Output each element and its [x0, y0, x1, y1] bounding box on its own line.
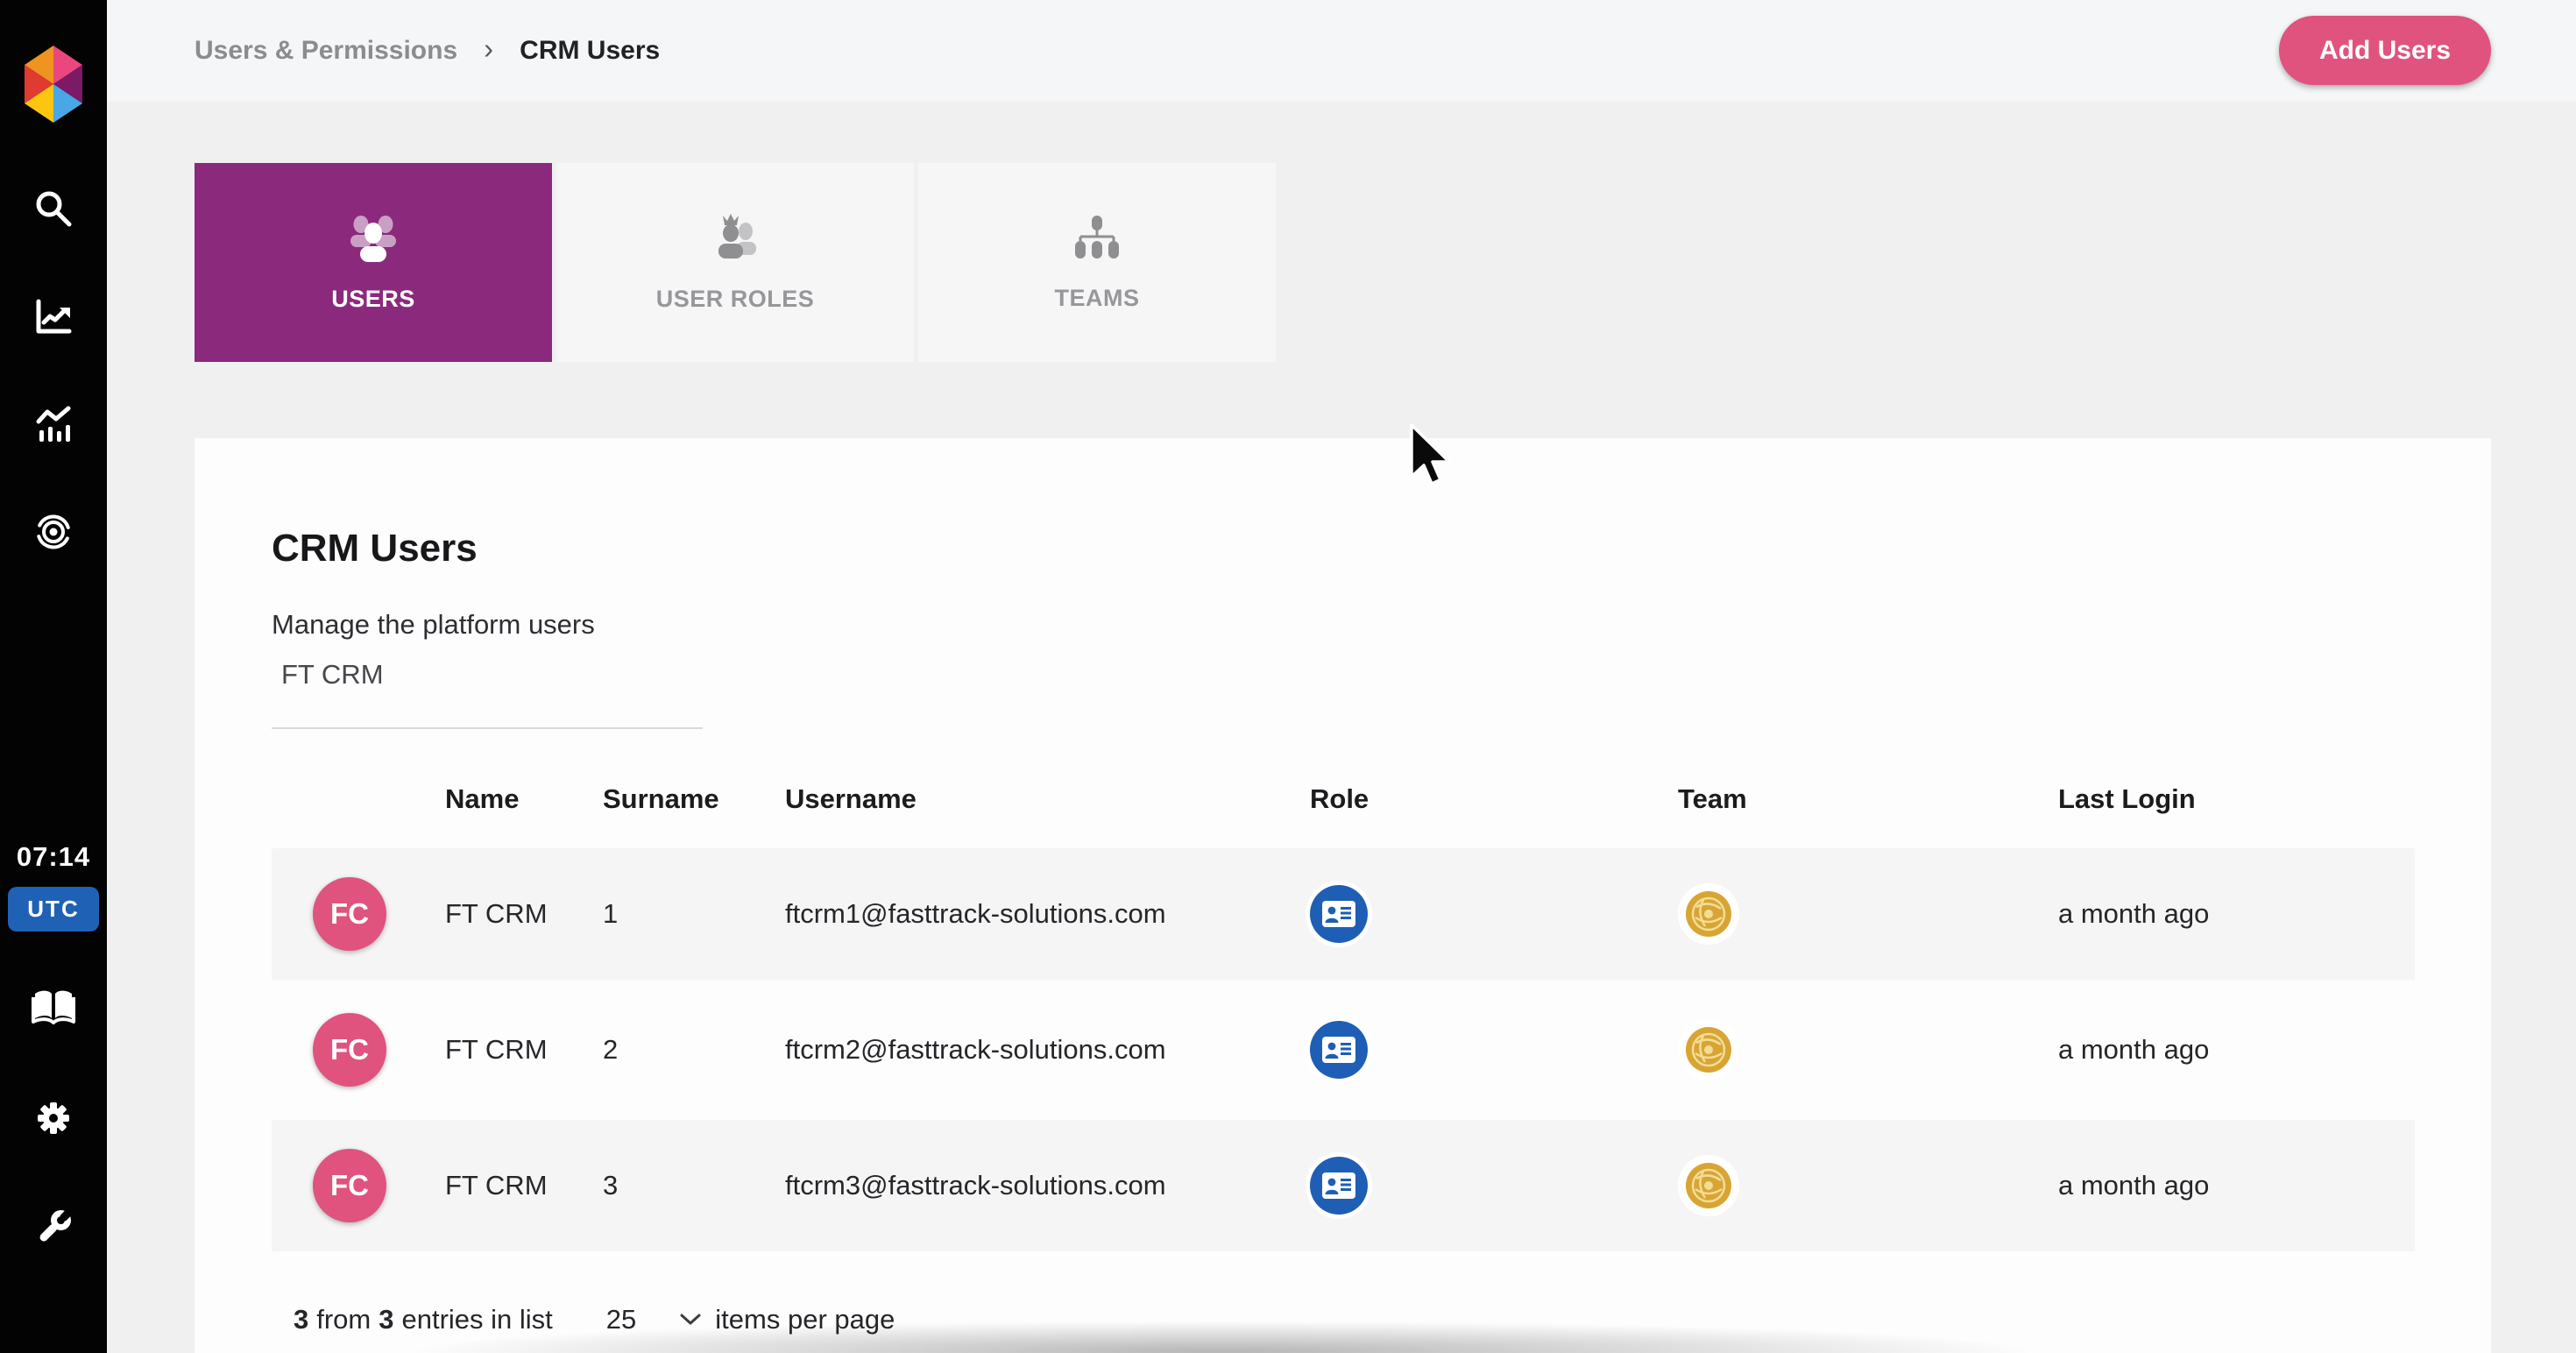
tab-users[interactable]: USERS — [195, 163, 552, 362]
col-role: Role — [1310, 783, 1369, 814]
col-name: Name — [445, 783, 520, 814]
sidebar-item-engage[interactable] — [0, 511, 107, 553]
chevron-right-icon: › — [484, 32, 494, 65]
crm-users-card: CRM Users Manage the platform users FT C… — [195, 438, 2491, 1353]
gear-icon — [38, 1102, 69, 1134]
cell-surname: 1 — [603, 898, 619, 929]
timezone-badge[interactable]: UTC — [8, 887, 99, 932]
bottom-edge-shadow — [377, 1320, 2068, 1353]
sidebar-item-docs[interactable] — [0, 988, 107, 1027]
top-bar: Users & Permissions › CRM Users Add User… — [107, 0, 2576, 102]
col-last-login: Last Login — [2058, 783, 2196, 814]
col-username: Username — [785, 783, 916, 814]
breadcrumb-parent[interactable]: Users & Permissions — [195, 36, 457, 66]
tab-teams[interactable]: TEAMS — [918, 163, 1276, 362]
brand-logo[interactable] — [0, 46, 107, 123]
table-body: FC FT CRM 1 ftcrm1@fasttrack-solutions.c… — [272, 848, 2415, 1256]
tab-teams-label: TEAMS — [1054, 285, 1140, 311]
table-row[interactable]: FC FT CRM 3 ftcrm3@fasttrack-solutions.c… — [272, 1120, 2415, 1251]
user-roles-icon — [718, 214, 756, 259]
teams-org-icon — [1075, 216, 1119, 259]
app-window: 07:14 UTC Users & Permissions › CRM User… — [0, 0, 2576, 1353]
search-icon — [36, 191, 72, 227]
team-avatar[interactable] — [1681, 887, 1736, 941]
tab-user-roles[interactable]: USER ROLES — [556, 163, 914, 362]
cell-surname: 3 — [603, 1170, 619, 1201]
wrench-icon — [39, 1209, 72, 1242]
avatar: FC — [313, 877, 386, 951]
entries-shown: 3 — [294, 1304, 309, 1335]
line-chart-icon — [36, 299, 72, 334]
sidebar-item-settings[interactable] — [0, 1097, 107, 1139]
team-avatar[interactable] — [1681, 1158, 1736, 1213]
cell-username: ftcrm3@fasttrack-solutions.com — [785, 1170, 1166, 1201]
breadcrumb-current: CRM Users — [520, 36, 661, 65]
table-row[interactable]: FC FT CRM 1 ftcrm1@fasttrack-solutions.c… — [272, 848, 2415, 980]
tab-strip: USERS USER ROLES TEAMS — [195, 163, 1276, 362]
tab-user-roles-label: USER ROLES — [655, 286, 815, 312]
users-group-icon — [350, 216, 396, 262]
bar-chart-icon — [36, 406, 71, 442]
hexagon-logo-icon — [25, 46, 82, 123]
sidebar-item-performance[interactable] — [0, 295, 107, 337]
cell-username: ftcrm1@fasttrack-solutions.com — [785, 898, 1166, 929]
user-filter-input[interactable]: FT CRM — [281, 659, 384, 691]
role-badge-icon[interactable] — [1310, 1157, 1368, 1215]
sidebar-item-search[interactable] — [0, 188, 107, 230]
add-users-button[interactable]: Add Users — [2278, 16, 2491, 85]
cell-name: FT CRM — [445, 1034, 548, 1065]
page-title: CRM Users — [272, 527, 478, 570]
col-surname: Surname — [603, 783, 719, 814]
input-underline — [272, 727, 703, 729]
mouse-cursor — [1410, 423, 1451, 485]
col-team: Team — [1678, 783, 1747, 814]
role-badge-icon[interactable] — [1310, 1021, 1368, 1079]
cell-username: ftcrm2@fasttrack-solutions.com — [785, 1034, 1166, 1065]
cell-surname: 2 — [603, 1034, 619, 1065]
avatar: FC — [313, 1013, 386, 1087]
book-icon — [32, 990, 75, 1024]
sidebar-item-analytics[interactable] — [0, 404, 107, 446]
table-header-row: Name Surname Username Role Team Last Log… — [272, 773, 2415, 825]
cell-last-login: a month ago — [2058, 898, 2210, 929]
sidebar: 07:14 UTC — [0, 0, 107, 1353]
sidebar-item-tools[interactable] — [0, 1205, 107, 1247]
entries-of-word: from — [316, 1304, 372, 1335]
cell-name: FT CRM — [445, 1170, 548, 1201]
team-avatar[interactable] — [1681, 1023, 1736, 1077]
avatar: FC — [313, 1149, 386, 1222]
role-badge-icon[interactable] — [1310, 885, 1368, 943]
breadcrumb: Users & Permissions › CRM Users — [195, 0, 660, 102]
tab-users-label: USERS — [331, 286, 415, 312]
cell-last-login: a month ago — [2058, 1170, 2210, 1201]
page-subtitle: Manage the platform users — [272, 609, 595, 640]
table-row[interactable]: FC FT CRM 2 ftcrm2@fasttrack-solutions.c… — [272, 984, 2415, 1116]
cell-last-login: a month ago — [2058, 1034, 2210, 1065]
cell-name: FT CRM — [445, 898, 548, 929]
sidebar-clock: 07:14 — [16, 841, 91, 872]
target-icon — [36, 514, 71, 549]
